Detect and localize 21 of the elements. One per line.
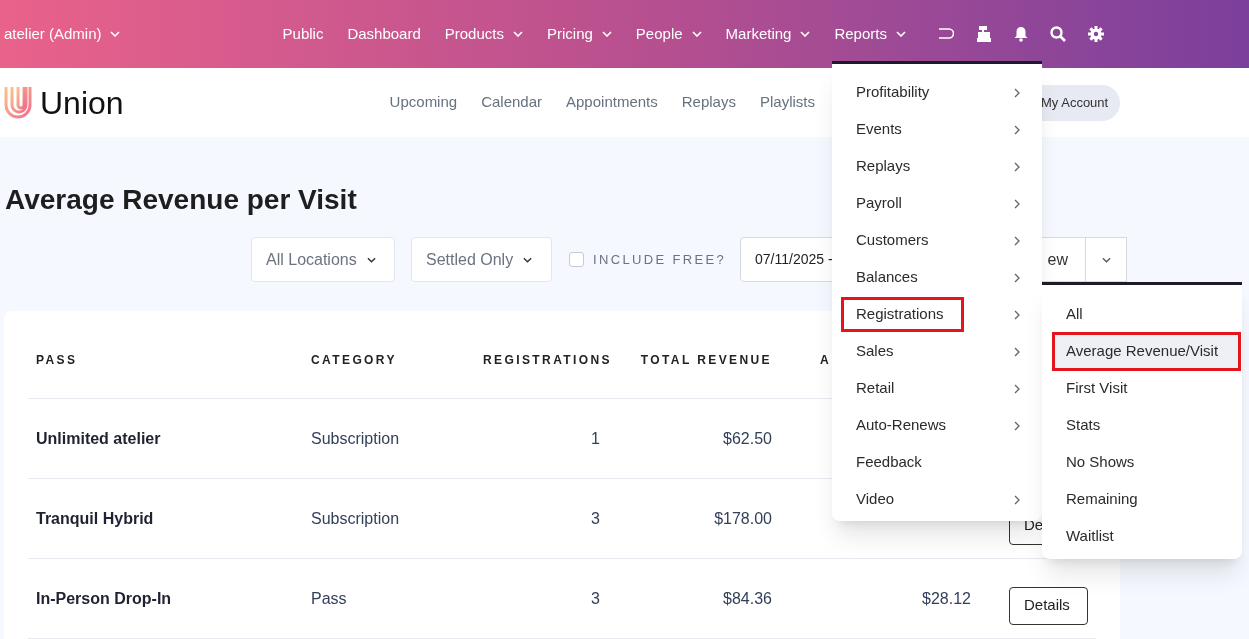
table-cell: Subscription [311,429,400,447]
column-header: TOTAL REVENUE [640,353,772,367]
table-cell: 3 [591,589,600,607]
column-header: CATEGORY [311,353,397,367]
table-cell: 1 [591,429,600,447]
table-cell: Subscription [311,509,400,527]
table-cell: $178.00 [714,509,772,527]
brand-name: Union [40,83,124,123]
table-cell: Pass [311,589,347,607]
table-cell: 3 [591,509,600,527]
column-header: PASS [36,353,78,367]
pass-name: Tranquil Hybrid [36,509,154,527]
page-title: Average Revenue per Visit [5,183,357,217]
pass-name: In-Person Drop-In [36,589,172,607]
table-cell: $84.36 [723,589,772,607]
table-cell: $62.50 [723,429,772,447]
column-header: REGISTRATIONS [483,353,612,367]
pass-name: Unlimited atelier [36,429,161,447]
include-free-label: INCLUDE FREE? [593,250,726,269]
column-header: A [820,353,832,367]
table-cell: $28.12 [922,589,971,607]
